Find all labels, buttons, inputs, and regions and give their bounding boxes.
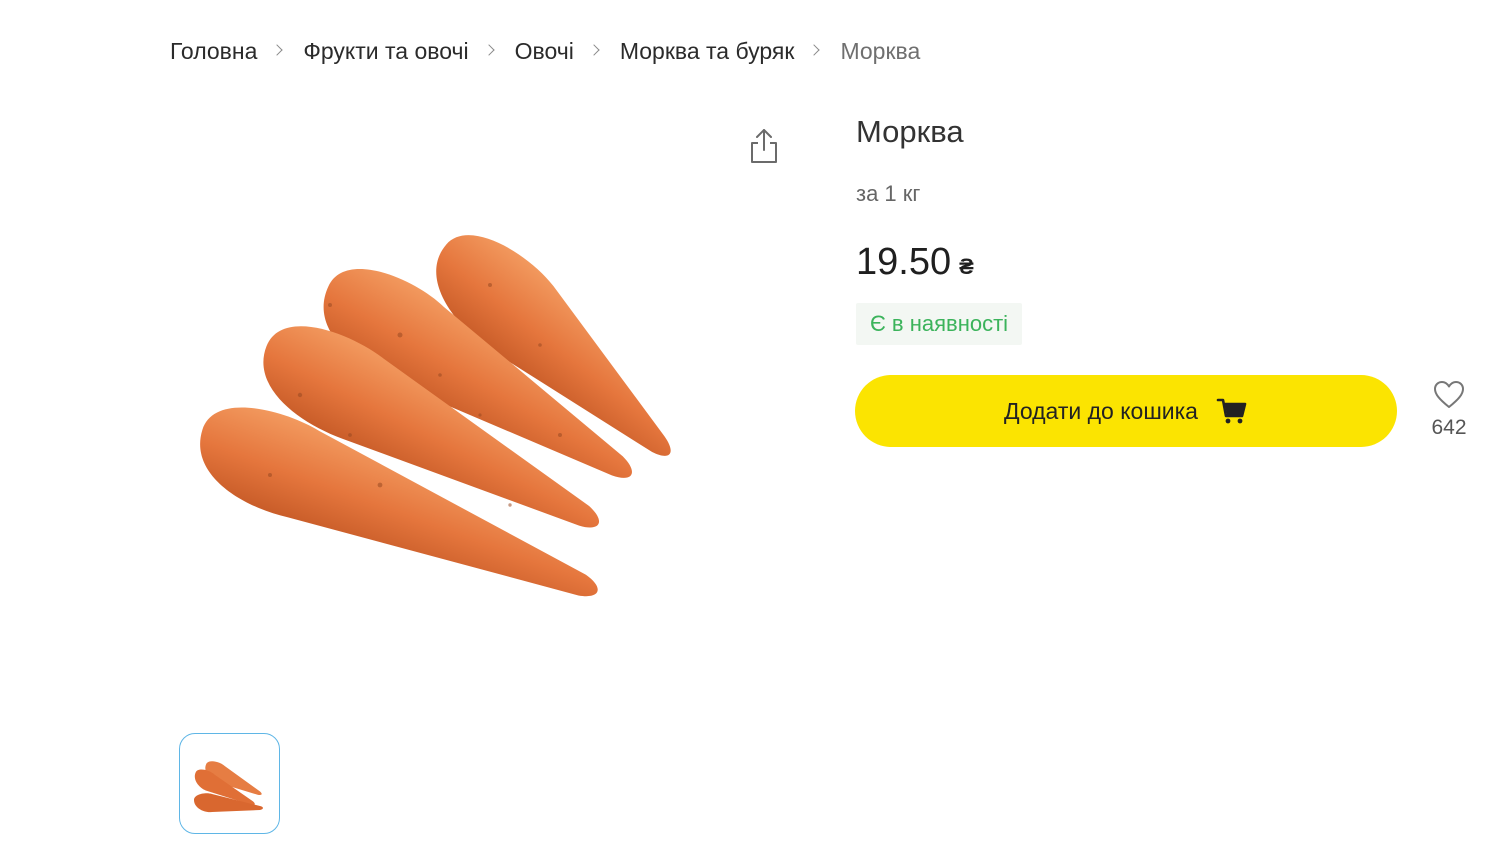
product-thumbnail[interactable] [179, 733, 280, 834]
availability-badge: Є в наявності [856, 303, 1023, 345]
breadcrumb-vegetables[interactable]: Овочі [515, 38, 574, 65]
price-currency: ₴ [959, 254, 974, 279]
breadcrumb-current: Морква [840, 38, 921, 64]
product-unit: за 1 кг [856, 181, 921, 206]
chevron-right-icon [482, 43, 495, 56]
cart-icon [1216, 398, 1247, 424]
breadcrumb-fruits-vegetables[interactable]: Фрукти та овочі [303, 38, 468, 65]
favorite-count: 642 [1431, 416, 1467, 439]
breadcrumb-home[interactable]: Головна [170, 38, 257, 65]
chevron-right-icon [808, 43, 821, 56]
carrot-thumbnail-image [194, 761, 263, 813]
product-title: Морква [856, 114, 964, 149]
share-icon [751, 129, 777, 163]
product-image [180, 185, 760, 600]
product-price: 19.50 ₴ [856, 241, 974, 284]
chevron-right-icon [588, 43, 600, 56]
share-button[interactable] [746, 126, 782, 166]
breadcrumb-carrot-beet[interactable]: Морква та буряк [620, 38, 795, 65]
breadcrumb: Головна Фрукти та овочі Овочі Морква та … [170, 38, 920, 65]
price-value: 19.50 [856, 241, 952, 283]
add-to-cart-label: Додати до кошика [1004, 397, 1198, 424]
heart-icon [1434, 381, 1464, 408]
add-to-cart-button[interactable]: Додати до кошика [855, 375, 1397, 447]
favorite-button[interactable]: 642 [1424, 380, 1474, 440]
chevron-right-icon [271, 43, 284, 56]
